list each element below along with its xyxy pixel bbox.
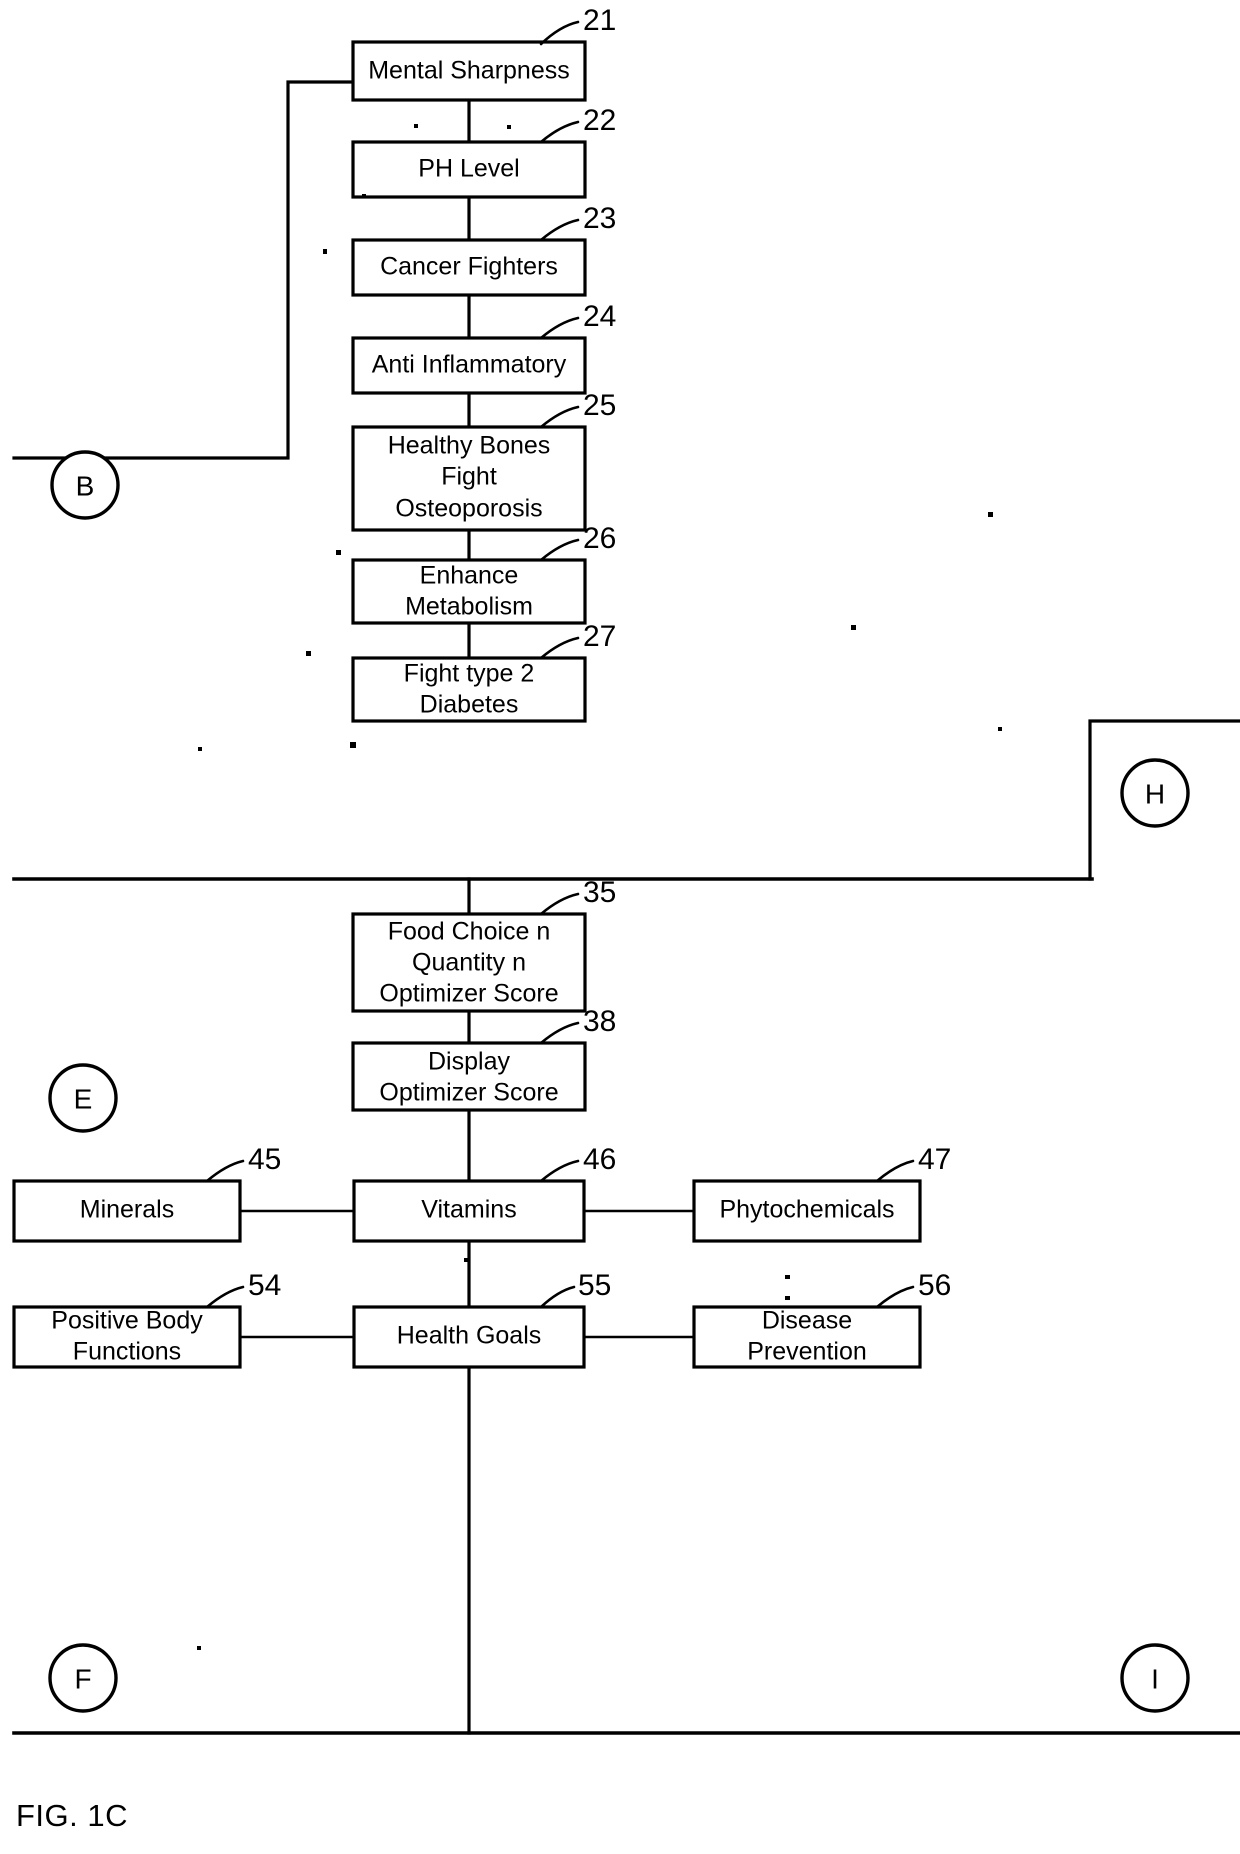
box-food-choice-optimizer-label-line2: Quantity n — [412, 949, 526, 977]
box-vitamins[interactable]: Vitamins — [352, 1179, 586, 1243]
connector-node-e[interactable]: E — [48, 1063, 118, 1133]
leader-line-38 — [539, 1021, 580, 1045]
box-vitamins-label: Vitamins — [421, 1196, 516, 1224]
box-display-optimizer-score[interactable]: Display Optimizer Score — [351, 1041, 587, 1112]
box-health-goals[interactable]: Health Goals — [352, 1305, 586, 1369]
ref-number-47: 47 — [918, 1143, 951, 1176]
connector-node-f-label: F — [74, 1664, 91, 1695]
connector-node-e-label: E — [74, 1084, 93, 1115]
leader-line-46 — [539, 1159, 580, 1183]
box-food-choice-optimizer-label-line1: Food Choice n — [388, 918, 551, 946]
connector-node-h[interactable]: H — [1120, 758, 1190, 828]
figure-caption: FIG. 1C — [16, 1798, 128, 1833]
box-disease-prevention[interactable]: Disease Prevention — [692, 1305, 922, 1369]
ref-number-24: 24 — [583, 300, 616, 333]
ref-number-54: 54 — [248, 1269, 281, 1302]
scan-speck — [464, 1258, 469, 1262]
box-healthy-bones-label-line3: Osteoporosis — [395, 495, 542, 523]
box-minerals-label: Minerals — [80, 1196, 174, 1224]
leader-line-23 — [539, 218, 580, 242]
ref-number-25: 25 — [583, 389, 616, 422]
ref-number-26: 26 — [583, 522, 616, 555]
scan-speck — [323, 249, 327, 254]
scan-speck — [785, 1296, 790, 1300]
leader-line-22 — [539, 120, 580, 144]
scan-speck — [336, 550, 341, 555]
scan-speck — [198, 747, 202, 751]
scan-speck — [851, 625, 856, 630]
ref-number-55: 55 — [578, 1269, 611, 1302]
ref-number-23: 23 — [583, 202, 616, 235]
box-ph-level-label: PH Level — [418, 155, 519, 183]
box-disease-prevention-label-line2: Prevention — [747, 1338, 867, 1366]
box-fight-type-2-diabetes-label-line2: Diabetes — [420, 691, 519, 719]
scan-speck — [350, 742, 356, 748]
connector-node-b-label: B — [76, 471, 95, 502]
scan-speck — [507, 125, 511, 129]
box-disease-prevention-label-line1: Disease — [762, 1307, 852, 1335]
scan-speck — [414, 124, 418, 128]
box-phytochemicals[interactable]: Phytochemicals — [692, 1179, 922, 1243]
box-food-choice-optimizer-label-line3: Optimizer Score — [379, 980, 558, 1008]
box-cancer-fighters[interactable]: Cancer Fighters — [351, 238, 587, 297]
connector-node-b[interactable]: B — [50, 450, 120, 520]
ref-number-56: 56 — [918, 1269, 951, 1302]
box-fight-type-2-diabetes-label-line1: Fight type 2 — [404, 660, 535, 688]
patent-figure-page: Mental Sharpness 21 PH Level 22 Cancer F… — [0, 0, 1240, 1854]
leader-line-47 — [875, 1159, 915, 1183]
box-enhance-metabolism-label-line2: Metabolism — [405, 593, 533, 621]
box-enhance-metabolism-label-line1: Enhance — [420, 562, 519, 590]
connector-node-i-label: I — [1151, 1664, 1159, 1695]
box-fight-type-2-diabetes[interactable]: Fight type 2 Diabetes — [351, 656, 587, 723]
scan-speck — [362, 194, 366, 198]
scan-speck — [785, 1275, 790, 1279]
flow-diagram-canvas: Mental Sharpness 21 PH Level 22 Cancer F… — [12, 4, 1240, 1833]
box-healthy-bones[interactable]: Healthy Bones Fight Osteoporosis — [351, 425, 587, 532]
connector-node-f[interactable]: F — [48, 1643, 118, 1713]
ref-number-38: 38 — [583, 1005, 616, 1038]
ref-number-22: 22 — [583, 104, 616, 137]
leader-line-25 — [539, 405, 580, 429]
leader-line-45 — [205, 1159, 245, 1183]
box-anti-inflammatory-label: Anti Inflammatory — [372, 351, 567, 379]
connector-node-i[interactable]: I — [1120, 1643, 1190, 1713]
box-display-optimizer-score-label-line1: Display — [428, 1048, 510, 1076]
leader-line-24 — [539, 316, 580, 340]
box-positive-body-functions-label-line1: Positive Body — [51, 1307, 203, 1335]
box-food-choice-optimizer[interactable]: Food Choice n Quantity n Optimizer Score — [351, 912, 587, 1013]
box-healthy-bones-label-line2: Fight — [441, 463, 497, 491]
ref-number-27: 27 — [583, 620, 616, 653]
ref-number-21: 21 — [583, 4, 616, 37]
scan-speck — [988, 512, 993, 517]
connector-path-b-to-mental-sharpness — [12, 80, 355, 460]
box-cancer-fighters-label: Cancer Fighters — [380, 253, 558, 281]
scan-speck — [306, 651, 311, 656]
box-phytochemicals-label: Phytochemicals — [719, 1196, 894, 1224]
ref-number-35: 35 — [583, 876, 616, 909]
box-ph-level[interactable]: PH Level — [351, 140, 587, 199]
box-display-optimizer-score-label-line2: Optimizer Score — [379, 1079, 558, 1107]
connector-node-h-label: H — [1145, 779, 1165, 810]
box-mental-sharpness-label: Mental Sharpness — [368, 57, 570, 85]
box-enhance-metabolism[interactable]: Enhance Metabolism — [351, 558, 587, 625]
scan-speck — [998, 727, 1002, 731]
box-positive-body-functions-label-line2: Functions — [73, 1338, 181, 1366]
box-minerals[interactable]: Minerals — [12, 1179, 242, 1243]
box-positive-body-functions[interactable]: Positive Body Functions — [12, 1305, 242, 1369]
ref-number-45: 45 — [248, 1143, 281, 1176]
leader-line-54 — [205, 1285, 245, 1309]
leader-line-27 — [539, 636, 580, 660]
leader-line-26 — [539, 538, 580, 562]
box-health-goals-label: Health Goals — [397, 1322, 542, 1350]
leader-line-56 — [875, 1285, 915, 1309]
box-healthy-bones-label-line1: Healthy Bones — [388, 432, 551, 460]
leader-line-35 — [539, 892, 580, 916]
box-anti-inflammatory[interactable]: Anti Inflammatory — [351, 336, 587, 395]
scan-speck — [197, 1646, 201, 1650]
ref-number-46: 46 — [583, 1143, 616, 1176]
box-mental-sharpness[interactable]: Mental Sharpness — [351, 40, 587, 102]
leader-line-55 — [539, 1285, 576, 1309]
